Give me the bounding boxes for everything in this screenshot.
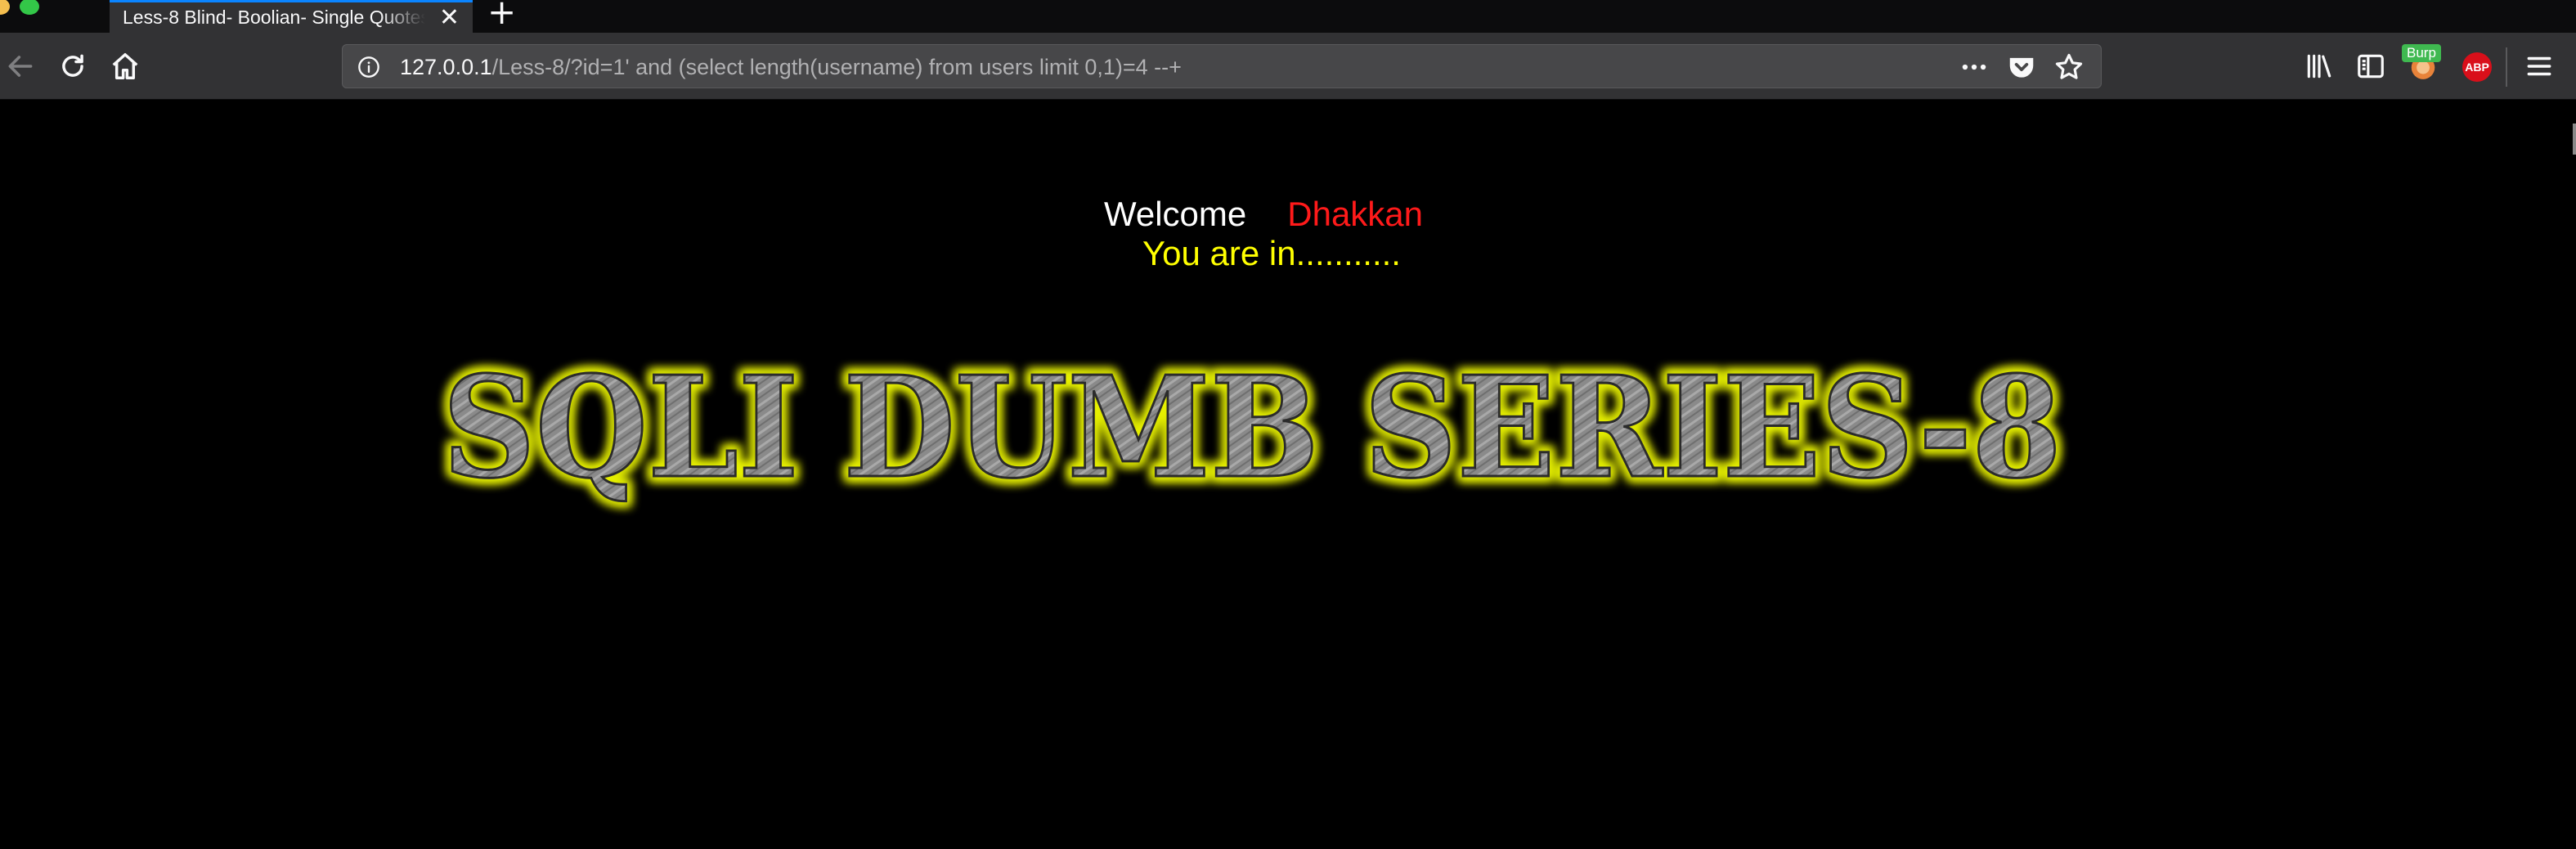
hamburger-menu-icon[interactable] (2524, 51, 2555, 82)
tab-title: Less-8 Blind- Boolian- Single Quotes- St… (123, 7, 425, 28)
home-icon[interactable] (110, 51, 141, 82)
scrollbar-thumb[interactable] (2573, 124, 2576, 155)
close-tab-icon[interactable]: ✕ (439, 6, 460, 30)
info-icon[interactable] (357, 56, 380, 79)
series-banner-image: SQLI DUMB SERIES-8 SQLI DUMB SERIES-8 (438, 341, 2067, 514)
browser-tab[interactable]: Less-8 Blind- Boolian- Single Quotes- St… (110, 0, 473, 33)
url-path: /Less-8/?id=1' and (select length(userna… (491, 55, 1182, 79)
library-icon[interactable] (2304, 51, 2335, 82)
sidebar-icon[interactable] (2355, 51, 2386, 82)
url-bar[interactable]: 127.0.0.1/Less-8/?id=1' and (select leng… (342, 44, 2102, 88)
url-text[interactable]: 127.0.0.1/Less-8/?id=1' and (select leng… (400, 55, 1182, 79)
welcome-text: Welcome (1103, 195, 1247, 233)
new-tab-icon[interactable]: + (487, 0, 516, 29)
adblock-icon[interactable]: ABP (2462, 52, 2492, 82)
zoom-window-button[interactable] (20, 0, 39, 15)
reload-icon[interactable] (57, 51, 88, 82)
banner-text: SQLI DUMB SERIES-8 (442, 346, 2062, 510)
ellipsis-icon[interactable] (1959, 52, 1990, 83)
minimize-window-button[interactable] (0, 0, 10, 15)
page-content: Welcome Dhakkan You are in........... SQL… (0, 101, 2576, 849)
user-name: Dhakkan (1287, 195, 1424, 233)
url-host: 127.0.0.1 (400, 55, 492, 79)
tab-strip: Less-8 Blind- Boolian- Single Quotes- St… (0, 0, 2576, 33)
welcome-line: Welcome Dhakkan (0, 194, 2551, 235)
burp-badge: Burp (2402, 44, 2441, 62)
back-arrow-icon[interactable] (5, 51, 36, 82)
pocket-icon[interactable] (2006, 52, 2037, 83)
toolbar-divider (2506, 47, 2507, 87)
navigation-toolbar: 127.0.0.1/Less-8/?id=1' and (select leng… (0, 33, 2576, 100)
status-message: You are in........... (1142, 234, 1401, 272)
star-icon[interactable] (2053, 52, 2085, 83)
